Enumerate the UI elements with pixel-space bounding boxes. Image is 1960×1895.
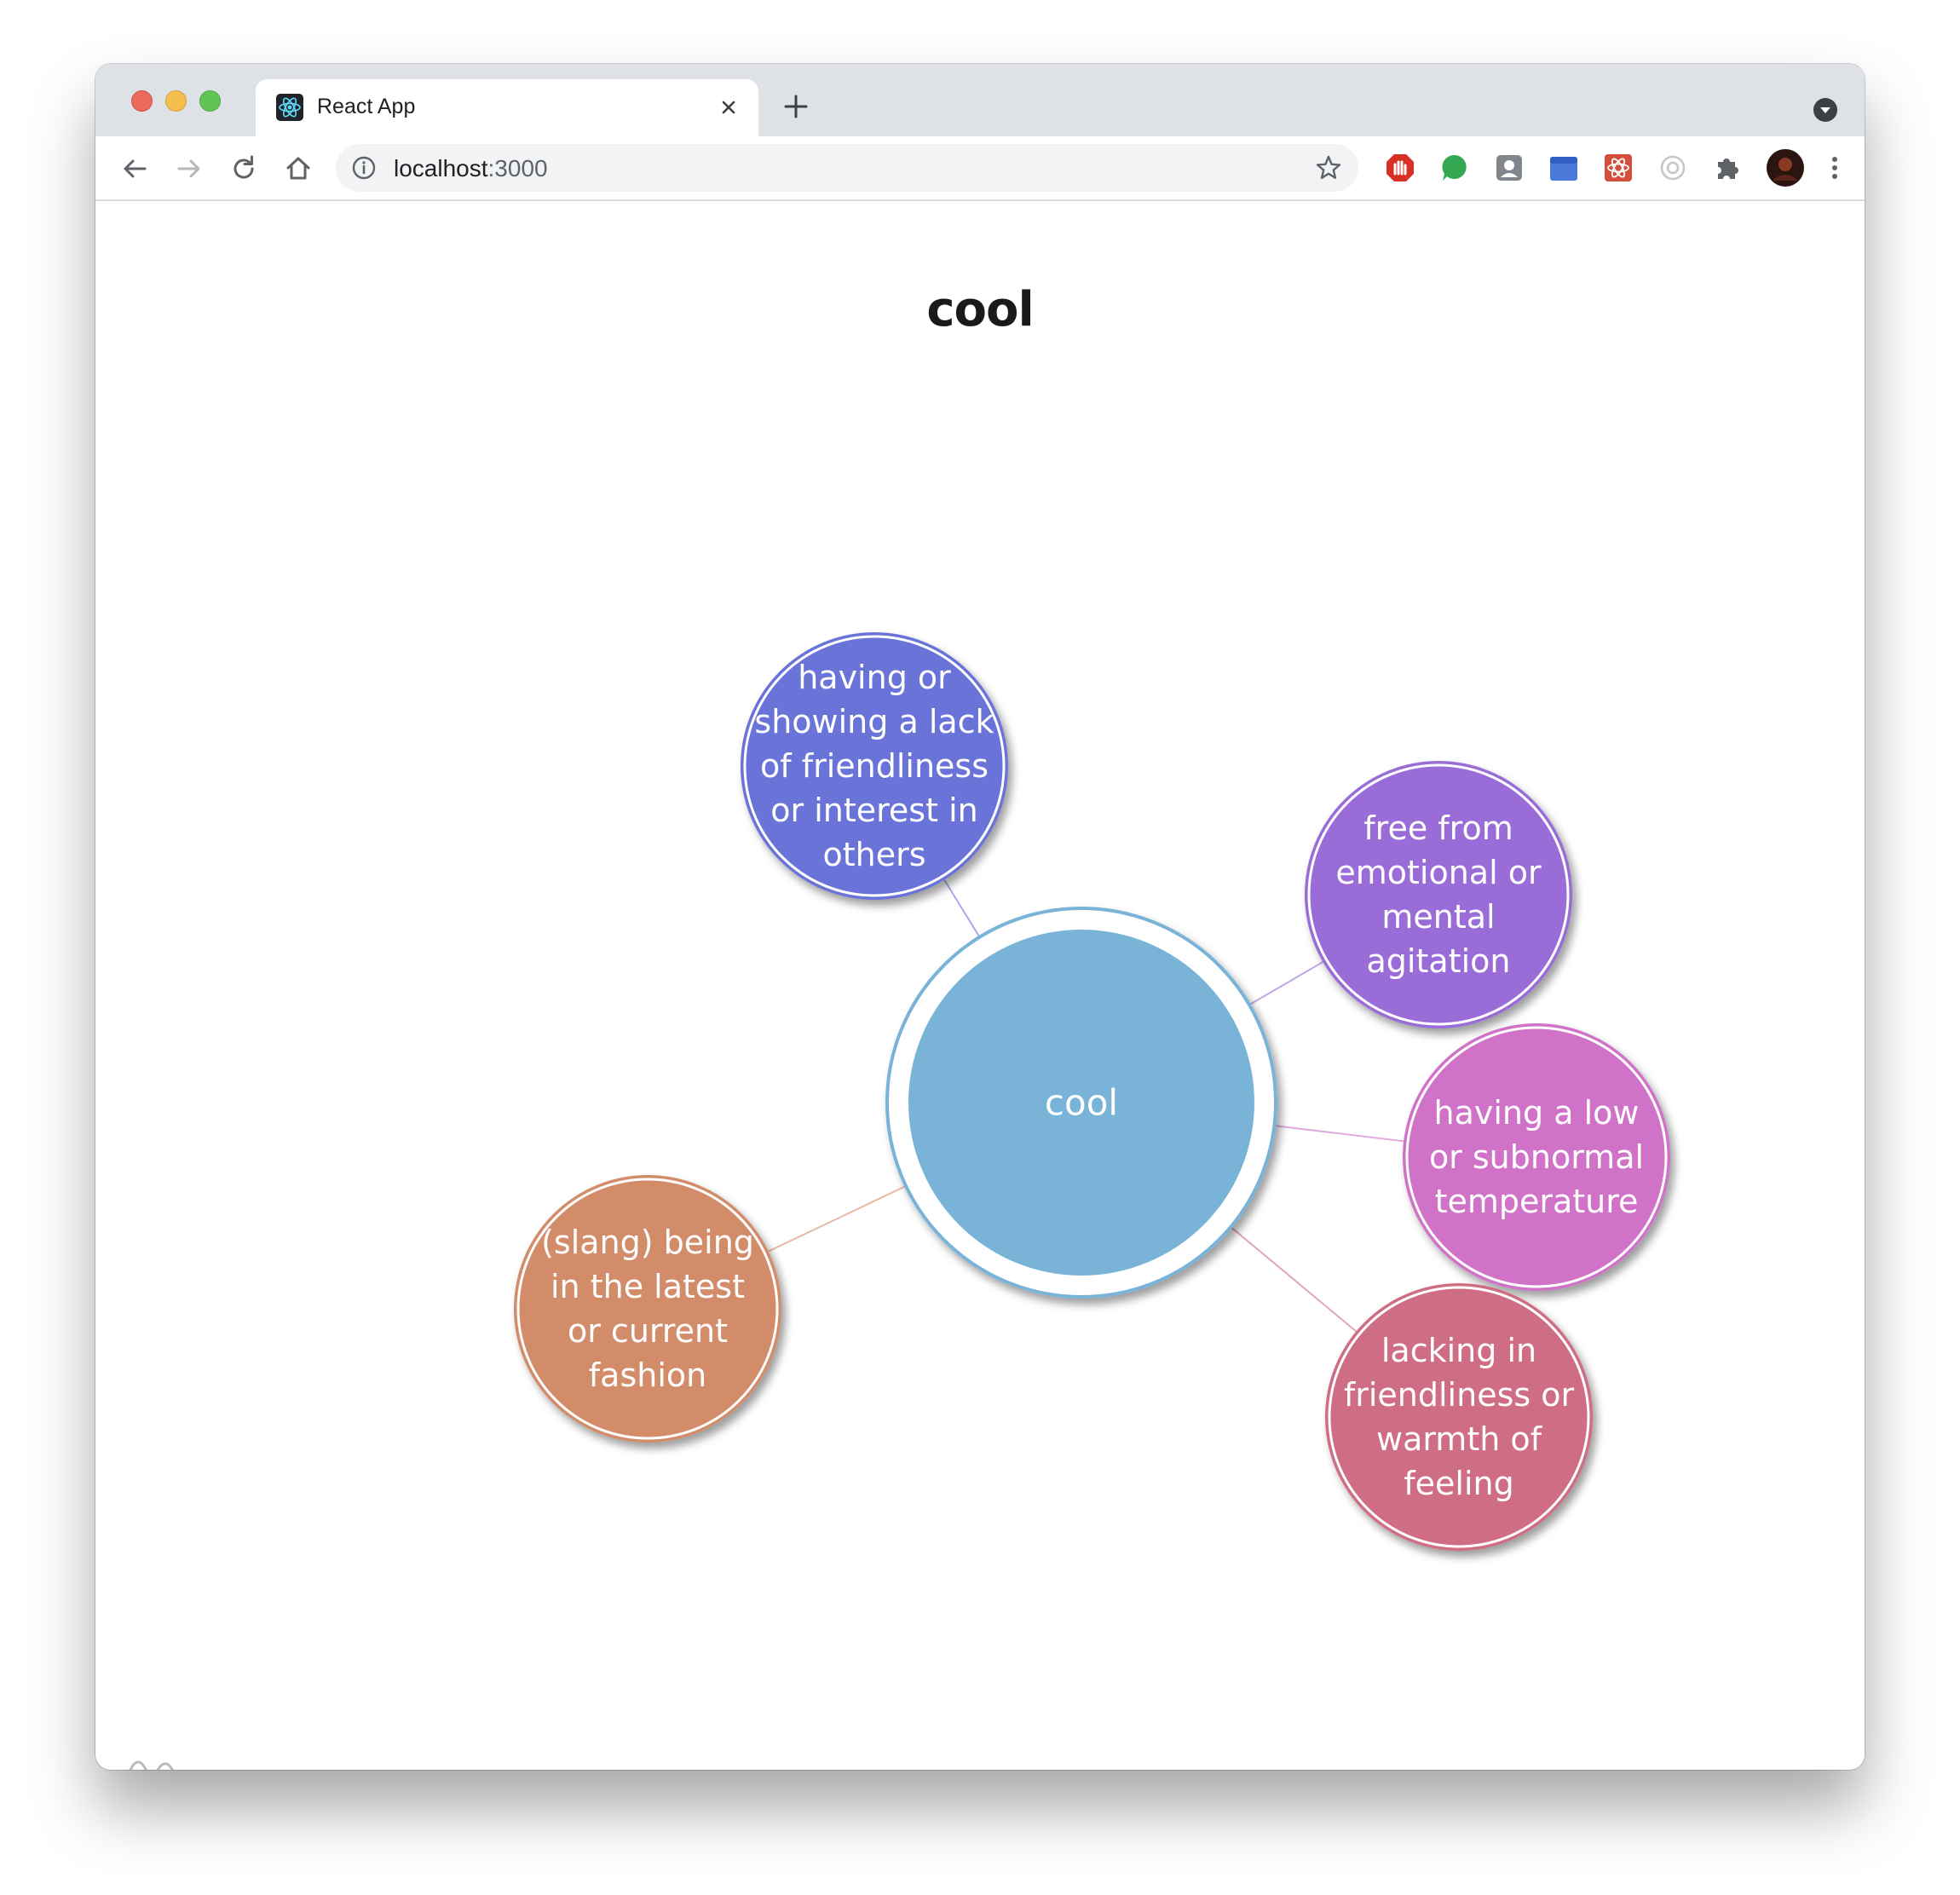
site-info-icon[interactable] — [351, 155, 377, 181]
definition-node-circle — [1305, 761, 1572, 1028]
react-devtools-extension-icon[interactable] — [1602, 152, 1634, 184]
extensions-puzzle-icon[interactable] — [1711, 152, 1744, 184]
close-tab-icon[interactable] — [714, 93, 743, 122]
home-icon[interactable] — [281, 152, 315, 186]
reload-icon[interactable] — [227, 152, 261, 186]
window-minimize-button[interactable] — [165, 90, 187, 112]
definition-node-label: having a low — [1434, 1094, 1640, 1132]
url-text: localhost:3000 — [394, 155, 548, 181]
word-graph: cool having or showing a lack of friendlin… — [514, 632, 1670, 1551]
center-node[interactable]: cool — [885, 907, 1277, 1299]
toolbar: localhost:3000 — [95, 136, 1865, 201]
definition-node-label: warmth of — [1376, 1420, 1543, 1458]
definition-node[interactable]: (slang) being in the latest or current fash… — [514, 1175, 781, 1443]
definition-node-label: in the latest — [551, 1268, 745, 1305]
definition-node-label: mental — [1381, 898, 1495, 936]
address-bar[interactable]: localhost:3000 — [336, 144, 1358, 192]
adblock-extension-icon[interactable] — [1384, 152, 1416, 184]
definition-node-label: others — [822, 836, 925, 873]
graph-edge — [1274, 1125, 1404, 1143]
definition-node-circle — [1325, 1283, 1593, 1551]
definition-node-label: lacking in — [1381, 1332, 1536, 1369]
definition-node[interactable]: lacking in friendliness or warmth of feelin… — [1325, 1283, 1593, 1551]
graph-edge — [1248, 961, 1323, 1006]
window-maximize-button[interactable] — [199, 90, 221, 112]
browser-window: React App localhost:3000 cool cool havin… — [95, 64, 1865, 1770]
more-menu-icon[interactable] — [1819, 152, 1851, 184]
definition-node-label: feeling — [1404, 1465, 1513, 1502]
react-logo-icon — [276, 94, 303, 121]
graph-edge — [1230, 1226, 1358, 1333]
center-node-label: cool — [1045, 1082, 1118, 1124]
graph-edge — [943, 879, 981, 938]
definition-node[interactable]: having a low or subnormal temperature — [1403, 1023, 1670, 1291]
definition-node-label: free from — [1363, 809, 1513, 847]
new-tab-icon[interactable] — [781, 91, 811, 122]
definition-node-label: agitation — [1367, 942, 1511, 980]
back-icon[interactable] — [118, 152, 152, 186]
definition-node[interactable]: having or showing a lack of friendliness or… — [741, 632, 1008, 900]
definition-node-label: showing a lack — [754, 703, 994, 740]
definition-node-label: or current — [568, 1312, 728, 1350]
tab-title: React App — [317, 95, 416, 118]
definition-node-label: temperature — [1435, 1183, 1639, 1220]
definition-node-circle — [514, 1175, 781, 1443]
profile-card-extension-icon[interactable] — [1493, 152, 1525, 184]
definition-node-label: fashion — [589, 1356, 706, 1394]
target-extension-icon[interactable] — [1657, 152, 1689, 184]
definition-node-label: of friendliness — [760, 747, 989, 785]
definition-node-label: or interest in — [770, 792, 977, 829]
bookmark-star-icon[interactable] — [1314, 153, 1343, 182]
window-close-button[interactable] — [131, 90, 153, 112]
calendar-extension-icon[interactable] — [1548, 152, 1580, 184]
definition-node-label: friendliness or — [1344, 1376, 1575, 1414]
forward-icon[interactable] — [172, 152, 206, 186]
avatar[interactable] — [1764, 147, 1807, 189]
definition-node[interactable]: free from emotional or mental agitation — [1305, 761, 1572, 1028]
definition-node-label: having or — [798, 659, 951, 696]
chat-extension-icon[interactable] — [1438, 152, 1471, 184]
page-content: cool cool having or showing a lack of frie… — [95, 201, 1865, 1770]
graph-edge — [768, 1184, 907, 1253]
definition-node-label: emotional or — [1335, 854, 1542, 891]
logo-icon — [104, 1752, 198, 1770]
definition-node-label: (slang) being — [541, 1224, 754, 1261]
browser-tab[interactable]: React App — [256, 79, 758, 136]
tab-search-icon[interactable] — [1812, 96, 1839, 124]
title-bar: React App — [95, 64, 1865, 136]
definition-node-label: or subnormal — [1429, 1138, 1644, 1176]
